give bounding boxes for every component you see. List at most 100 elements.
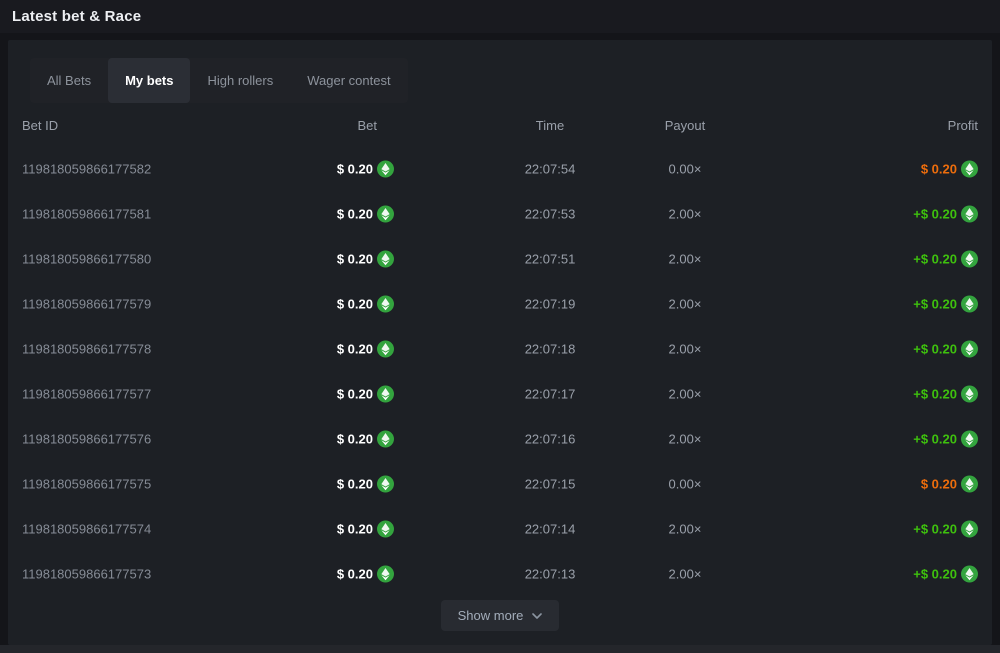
bet-time: 22:07:13 [525, 566, 576, 581]
eth-coin-icon [961, 160, 978, 177]
footer-strip [0, 645, 1000, 653]
profit-value: +$ 0.20 [913, 521, 957, 536]
eth-coin-icon [377, 205, 394, 222]
table-row[interactable]: 119818059866177574 $ 0.20 22:07:14 2.00×… [8, 506, 992, 551]
bet-id[interactable]: 119818059866177573 [22, 566, 151, 581]
profit: +$ 0.20 [913, 430, 978, 447]
bet-time: 22:07:53 [525, 206, 576, 221]
bet-id[interactable]: 119818059866177582 [22, 161, 151, 176]
eth-coin-icon [377, 475, 394, 492]
tab-all-bets[interactable]: All Bets [30, 58, 108, 103]
bet-amount: $ 0.20 [337, 430, 394, 447]
profit-value: +$ 0.20 [913, 206, 957, 221]
bet-time: 22:07:18 [525, 341, 576, 356]
payout-multiplier: 2.00× [669, 386, 702, 401]
profit-value: +$ 0.20 [913, 566, 957, 581]
column-header-bet: Bet [357, 118, 377, 133]
payout-multiplier: 2.00× [669, 521, 702, 536]
eth-coin-icon [961, 205, 978, 222]
tab-label: High rollers [207, 73, 273, 88]
profit-value: $ 0.20 [921, 161, 957, 176]
show-more-container: Show more [8, 600, 992, 631]
bet-id[interactable]: 119818059866177576 [22, 431, 151, 446]
chevron-down-icon [532, 613, 542, 619]
column-header-bet-id: Bet ID [22, 118, 58, 133]
bet-amount: $ 0.20 [337, 385, 394, 402]
profit: +$ 0.20 [913, 205, 978, 222]
eth-coin-icon [961, 340, 978, 357]
tabs-bar: All Bets My bets High rollers Wager contest [30, 58, 408, 103]
tab-label: All Bets [47, 73, 91, 88]
tab-high-rollers[interactable]: High rollers [190, 58, 290, 103]
eth-coin-icon [961, 430, 978, 447]
tab-my-bets[interactable]: My bets [108, 58, 190, 103]
eth-coin-icon [377, 250, 394, 267]
bet-id[interactable]: 119818059866177578 [22, 341, 151, 356]
bet-id[interactable]: 119818059866177575 [22, 476, 151, 491]
profit: $ 0.20 [921, 160, 978, 177]
table-row[interactable]: 119818059866177573 $ 0.20 22:07:13 2.00×… [8, 551, 992, 596]
bet-amount: $ 0.20 [337, 340, 394, 357]
table-row[interactable]: 119818059866177582 $ 0.20 22:07:54 0.00×… [8, 146, 992, 191]
bet-amount-value: $ 0.20 [337, 521, 373, 536]
tab-wager-contest[interactable]: Wager contest [290, 58, 407, 103]
bet-amount: $ 0.20 [337, 250, 394, 267]
profit: +$ 0.20 [913, 565, 978, 582]
profit-value: +$ 0.20 [913, 341, 957, 356]
profit: +$ 0.20 [913, 520, 978, 537]
tab-label: My bets [125, 73, 173, 88]
bet-amount-value: $ 0.20 [337, 566, 373, 581]
bet-time: 22:07:14 [525, 521, 576, 536]
eth-coin-icon [377, 295, 394, 312]
eth-coin-icon [377, 520, 394, 537]
payout-multiplier: 2.00× [669, 296, 702, 311]
eth-coin-icon [377, 340, 394, 357]
payout-multiplier: 2.00× [669, 566, 702, 581]
eth-coin-icon [961, 565, 978, 582]
bet-time: 22:07:54 [525, 161, 576, 176]
table-row[interactable]: 119818059866177575 $ 0.20 22:07:15 0.00×… [8, 461, 992, 506]
profit-value: +$ 0.20 [913, 386, 957, 401]
payout-multiplier: 0.00× [669, 476, 702, 491]
bet-id[interactable]: 119818059866177579 [22, 296, 151, 311]
bet-id[interactable]: 119818059866177580 [22, 251, 151, 266]
column-header-profit: Profit [948, 118, 978, 133]
bet-id[interactable]: 119818059866177581 [22, 206, 151, 221]
bet-amount: $ 0.20 [337, 160, 394, 177]
bets-table-body: 119818059866177582 $ 0.20 22:07:54 0.00×… [8, 146, 992, 596]
profit-value: +$ 0.20 [913, 296, 957, 311]
column-header-time: Time [536, 118, 564, 133]
bet-amount-value: $ 0.20 [337, 386, 373, 401]
eth-coin-icon [961, 250, 978, 267]
bet-time: 22:07:15 [525, 476, 576, 491]
eth-coin-icon [961, 520, 978, 537]
table-row[interactable]: 119818059866177578 $ 0.20 22:07:18 2.00×… [8, 326, 992, 371]
bet-amount: $ 0.20 [337, 295, 394, 312]
bet-amount-value: $ 0.20 [337, 296, 373, 311]
table-row[interactable]: 119818059866177576 $ 0.20 22:07:16 2.00×… [8, 416, 992, 461]
eth-coin-icon [377, 430, 394, 447]
profit: $ 0.20 [921, 475, 978, 492]
show-more-button[interactable]: Show more [441, 600, 560, 631]
bet-amount-value: $ 0.20 [337, 161, 373, 176]
bet-id[interactable]: 119818059866177574 [22, 521, 151, 536]
eth-coin-icon [377, 385, 394, 402]
table-row[interactable]: 119818059866177581 $ 0.20 22:07:53 2.00×… [8, 191, 992, 236]
table-row[interactable]: 119818059866177579 $ 0.20 22:07:19 2.00×… [8, 281, 992, 326]
payout-multiplier: 2.00× [669, 341, 702, 356]
eth-coin-icon [961, 475, 978, 492]
eth-coin-icon [377, 160, 394, 177]
profit: +$ 0.20 [913, 295, 978, 312]
bet-amount-value: $ 0.20 [337, 251, 373, 266]
page-title: Latest bet & Race [12, 8, 141, 25]
table-row[interactable]: 119818059866177580 $ 0.20 22:07:51 2.00×… [8, 236, 992, 281]
table-row[interactable]: 119818059866177577 $ 0.20 22:07:17 2.00×… [8, 371, 992, 416]
payout-multiplier: 2.00× [669, 251, 702, 266]
show-more-label: Show more [458, 608, 524, 623]
eth-coin-icon [377, 565, 394, 582]
payout-multiplier: 0.00× [669, 161, 702, 176]
table-header: Bet ID Bet Time Payout Profit [8, 118, 992, 138]
bet-id[interactable]: 119818059866177577 [22, 386, 151, 401]
bet-amount: $ 0.20 [337, 205, 394, 222]
bet-amount-value: $ 0.20 [337, 476, 373, 491]
